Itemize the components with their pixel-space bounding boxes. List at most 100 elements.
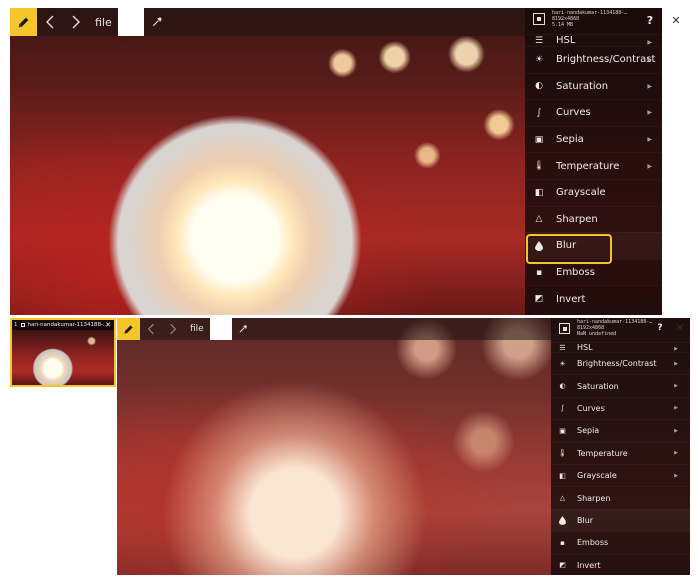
sliders-icon: ☰ [559,344,566,352]
screenshot-composite: file hari-nandakumar-1134188-… 8192x4868… [0,0,697,584]
drop-icon [533,240,545,251]
menu-item-blur[interactable]: Blur [525,232,662,259]
pen-tool-button[interactable] [10,8,37,36]
thermometer-icon: 🌡 [558,449,567,458]
thumbnail-image-icon [20,323,25,327]
menu-item-sharpen[interactable]: △ Sharpen [551,486,690,508]
chevron-right-icon [170,323,177,335]
forward-button[interactable] [63,8,89,36]
chevron-right-icon: ▶ [674,405,678,412]
chevron-right-icon [72,15,80,29]
editor-toolbar: file [117,318,552,340]
help-button[interactable]: ? [643,12,657,28]
curve-icon: ∫ [560,404,565,413]
thumbnail-close-icon[interactable]: ✕ [105,320,111,330]
thumbnail-title: hari-nandakumar-1134188-… [27,322,109,328]
menu-item-invert[interactable]: ◩ Invert [551,553,690,575]
chevron-right-icon: ▶ [647,56,652,64]
editor-panel-original: file hari-nandakumar-1134188-… 8192x4868… [10,8,662,315]
pen-icon [124,324,133,334]
image-info: hari-nandakumar-1134188-… 8192x4868 5.14… [552,10,627,28]
menu-item-hsl[interactable]: ☰ HSL ▶ [551,342,690,352]
curve-icon: ∫ [536,107,542,118]
menu-item-brightness-contrast[interactable]: ☀ Brightness/Contrast ▶ [525,46,662,73]
menu-item-brightness-contrast[interactable]: ☀ Brightness/Contrast ▶ [551,352,690,374]
chevron-right-icon: ▶ [674,360,678,367]
thumbnail-index: 1 [14,322,18,328]
drop-icon [557,516,568,525]
thumbnail-preview [12,330,114,385]
image-info-header: hari-nandakumar-1134188-… 8192x4868 5.14… [525,8,662,34]
back-button[interactable] [37,8,63,36]
chevron-right-icon: ▶ [674,383,678,390]
triangle-icon: △ [559,494,566,503]
help-button[interactable]: ? [654,321,666,335]
menu-item-sharpen[interactable]: △ Sharpen [525,205,662,233]
chevron-left-icon [46,15,54,29]
eyedropper-button[interactable] [232,318,254,340]
menu-item-saturation[interactable]: ◐ Saturation ▶ [525,72,662,100]
menu-item-temperature[interactable]: 🌡 Temperature ▶ [525,152,662,179]
image-filesize: NaN undefined [577,330,617,337]
menu-item-blur[interactable]: Blur [551,508,690,532]
sepia-icon: ▣ [534,134,544,145]
half-circle-icon: ◐ [535,81,543,92]
thermometer-icon: 🌡 [533,161,545,172]
chevron-right-icon: ▶ [647,136,652,144]
sepia-icon: ▣ [559,426,566,435]
chevron-left-icon [147,323,154,335]
menu-item-invert[interactable]: ◩ Invert [525,285,662,312]
sun-icon: ☀ [559,359,566,368]
menu-item-sepia[interactable]: ▣ Sepia ▶ [551,419,690,441]
image-thumbnail-icon [533,13,545,25]
invert-icon: ◩ [559,561,566,570]
chevron-right-icon: ▶ [647,82,652,90]
eyedropper-button[interactable] [144,8,170,36]
invert-icon: ◩ [534,294,544,305]
back-button[interactable] [140,318,162,340]
chevron-right-icon: ▶ [647,109,652,117]
filter-menu: hari-nandakumar-1134188-… 8192x4868 NaN … [551,318,690,575]
pen-tool-button[interactable] [117,318,140,340]
color-swatch-button[interactable] [209,318,232,340]
color-swatch-button[interactable] [117,8,144,36]
editor-toolbar: file [10,8,525,36]
triangle-icon: △ [535,214,543,225]
chevron-right-icon: ▶ [647,39,652,46]
grayscale-icon: ◧ [534,187,544,198]
sliders-icon: ☰ [534,36,544,46]
editor-panel-blurred: file hari-nandakumar-1134188-… 8192x4868… [117,318,690,575]
half-circle-icon: ◐ [559,382,566,391]
grayscale-icon: ◧ [559,471,566,480]
file-menu-button[interactable]: file [184,318,210,340]
image-thumbnail-icon [559,323,570,334]
emboss-icon: ▪ [535,267,543,278]
forward-button[interactable] [162,318,184,340]
eyedropper-icon [239,325,247,333]
menu-item-grayscale[interactable]: ◧ Grayscale ▶ [551,463,690,486]
menu-item-grayscale[interactable]: ◧ Grayscale [525,178,662,206]
menu-item-sepia[interactable]: ▣ Sepia ▶ [525,125,662,153]
eyedropper-icon [152,17,162,27]
image-info: hari-nandakumar-1134188-… 8192x4868 NaN … [577,319,652,337]
close-icon[interactable]: ✕ [674,321,686,335]
emboss-icon: ▪ [560,538,565,547]
file-menu-button[interactable]: file [89,8,118,36]
image-info-header: hari-nandakumar-1134188-… 8192x4868 NaN … [551,318,690,342]
image-filesize: 5.14 MB [552,21,574,28]
sun-icon: ☀ [534,54,544,65]
menu-item-emboss[interactable]: ▪ Emboss [525,258,662,286]
menu-item-saturation[interactable]: ◐ Saturation ▶ [551,374,690,396]
image-thumbnail-tab[interactable]: 1 hari-nandakumar-1134188-… ✕ [10,318,116,387]
chevron-right-icon: ▶ [674,427,678,434]
chevron-right-icon: ▶ [674,472,678,479]
filter-menu: hari-nandakumar-1134188-… 8192x4868 5.14… [525,8,662,315]
menu-item-curves[interactable]: ∫ Curves ▶ [551,396,690,419]
thumbnail-titlebar: 1 hari-nandakumar-1134188-… [12,320,114,330]
menu-item-emboss[interactable]: ▪ Emboss [551,531,690,553]
menu-item-temperature[interactable]: 🌡 Temperature ▶ [551,441,690,464]
menu-item-hsl[interactable]: ☰ HSL ▶ [525,34,662,46]
menu-item-curves[interactable]: ∫ Curves ▶ [525,99,662,126]
pen-icon [18,17,29,27]
close-icon[interactable]: ✕ [669,12,683,28]
